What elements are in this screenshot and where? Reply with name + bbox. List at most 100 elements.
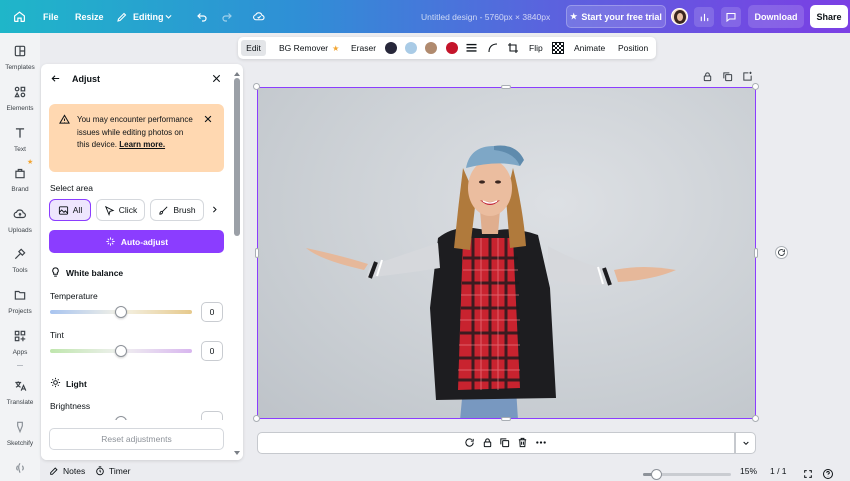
color-swatch-navy[interactable] [385, 42, 397, 54]
resize-handle-top-right[interactable] [752, 83, 759, 90]
learn-more-link[interactable]: Learn more. [119, 140, 165, 149]
rail-item-elements[interactable]: Elements [0, 85, 40, 123]
rail-item-text[interactable]: Text [0, 126, 40, 164]
auto-adjust-button[interactable]: Auto-adjust [49, 230, 224, 253]
cloud-save-icon[interactable] [251, 9, 267, 24]
tint-value-input[interactable]: 0 [201, 341, 223, 361]
add-page-icon[interactable] [742, 71, 753, 82]
rotate-icon[interactable] [775, 246, 788, 259]
trash-icon[interactable] [517, 437, 528, 448]
undo-icon[interactable] [194, 9, 209, 24]
more-icon[interactable] [535, 437, 547, 448]
rail-item-tools[interactable]: Tools [0, 247, 40, 285]
crown-icon: ★ [27, 159, 34, 166]
chevron-down-icon [742, 441, 749, 446]
rail-item-projects[interactable]: Projects [0, 288, 40, 326]
area-all-button[interactable]: All [49, 199, 91, 221]
page-count[interactable]: 1 / 1 [770, 466, 787, 476]
regenerate-icon[interactable] [464, 437, 475, 448]
transparency-icon[interactable] [552, 42, 564, 54]
tint-slider-thumb[interactable] [115, 345, 127, 357]
animate-button[interactable]: Animate [574, 37, 605, 59]
crop-icon[interactable] [507, 42, 519, 54]
home-icon[interactable] [12, 9, 27, 24]
position-button[interactable]: Position [618, 37, 648, 59]
area-click-button[interactable]: Click [96, 199, 145, 221]
close-icon[interactable] [211, 73, 223, 85]
resize-handle-bottom-left[interactable] [253, 415, 260, 422]
lock-icon[interactable] [482, 437, 493, 448]
resize-menu[interactable]: Resize [75, 0, 104, 33]
duplicate-icon[interactable] [499, 437, 510, 448]
color-swatch-red[interactable] [446, 42, 458, 54]
scrollbar-thumb[interactable] [234, 78, 240, 236]
rail-item-sketchify[interactable]: Sketchify [0, 420, 40, 458]
corner-rounding-icon[interactable] [487, 42, 499, 54]
edit-button[interactable]: Edit [241, 40, 266, 56]
panel-scrollbar[interactable] [234, 72, 240, 456]
area-brush-label: Brush [173, 205, 196, 215]
flip-button[interactable]: Flip [529, 37, 543, 59]
resize-handle-bottom[interactable] [501, 417, 511, 421]
bg-remover-button[interactable]: BG Remover ★ [279, 37, 339, 59]
rail-item-translate[interactable]: Translate [0, 379, 40, 417]
element-actions-bar [461, 433, 550, 451]
comment-icon[interactable] [721, 7, 741, 27]
rail-item-templates[interactable]: Templates [0, 44, 40, 82]
context-toolbar: Edit BG Remover ★ Eraser Flip Animate Po… [238, 37, 656, 59]
resize-handle-top-left[interactable] [253, 83, 260, 90]
border-style-icon[interactable] [466, 43, 477, 53]
avatar[interactable] [671, 8, 688, 25]
rail-divider [17, 365, 23, 366]
alert-close-icon[interactable] [203, 114, 214, 125]
notes-icon [50, 467, 58, 475]
back-arrow-icon[interactable] [50, 73, 62, 85]
zoom-level[interactable]: 15% [740, 466, 757, 476]
rail-item-brand[interactable]: ★ Brand [0, 159, 40, 204]
timer-button[interactable]: Timer [95, 466, 130, 476]
scroll-down-icon[interactable] [234, 451, 240, 455]
color-swatch-light-blue[interactable] [405, 42, 417, 54]
area-brush-button[interactable]: Brush [150, 199, 204, 221]
notes-button[interactable]: Notes [49, 466, 85, 476]
eraser-button[interactable]: Eraser [351, 37, 376, 59]
design-canvas-photo[interactable] [257, 87, 756, 419]
lock-icon[interactable] [702, 71, 713, 82]
zoom-slider-thumb[interactable] [651, 469, 662, 480]
share-button[interactable]: Share [810, 5, 848, 28]
brush-icon [159, 206, 168, 215]
light-icon [50, 377, 62, 389]
scroll-up-icon[interactable] [234, 72, 240, 76]
file-menu[interactable]: File [43, 0, 59, 33]
color-swatch-tan[interactable] [425, 42, 437, 54]
redo-icon[interactable] [219, 9, 234, 24]
resize-handle-left[interactable] [255, 248, 259, 258]
chevron-right-icon[interactable] [210, 204, 220, 216]
duplicate-page-icon[interactable] [722, 71, 733, 82]
magic-icon[interactable] [13, 461, 27, 475]
resize-handle-bottom-right[interactable] [752, 415, 759, 422]
help-icon[interactable] [822, 468, 834, 480]
temperature-label: Temperature [50, 291, 98, 301]
start-trial-button[interactable]: ★ Start your free trial [566, 5, 666, 28]
temperature-value-input[interactable]: 0 [201, 302, 223, 322]
temperature-slider-thumb[interactable] [115, 306, 127, 318]
editing-mode-menu[interactable]: Editing [133, 0, 164, 33]
templates-icon [13, 44, 27, 58]
rail-item-apps[interactable]: Apps [0, 329, 40, 367]
notes-label: Notes [63, 466, 86, 476]
select-area-label: Select area [50, 183, 93, 193]
brightness-label: Brightness [50, 401, 91, 411]
resize-handle-right[interactable] [754, 248, 758, 258]
analytics-icon[interactable] [694, 7, 714, 27]
resize-handle-top[interactable] [501, 85, 511, 89]
auto-adjust-label: Auto-adjust [120, 236, 169, 247]
download-button[interactable]: Download [748, 5, 804, 28]
page-options-button[interactable] [735, 432, 756, 454]
reset-adjustments-button[interactable]: Reset adjustments [49, 428, 224, 450]
performance-alert: You may encounter performance issues whi… [49, 104, 224, 172]
fullscreen-icon[interactable] [803, 469, 813, 479]
rail-item-uploads[interactable]: Uploads [0, 207, 40, 245]
design-title[interactable]: Untitled design - 5760px × 3840px [421, 0, 550, 33]
chevron-down-icon[interactable] [163, 11, 174, 22]
